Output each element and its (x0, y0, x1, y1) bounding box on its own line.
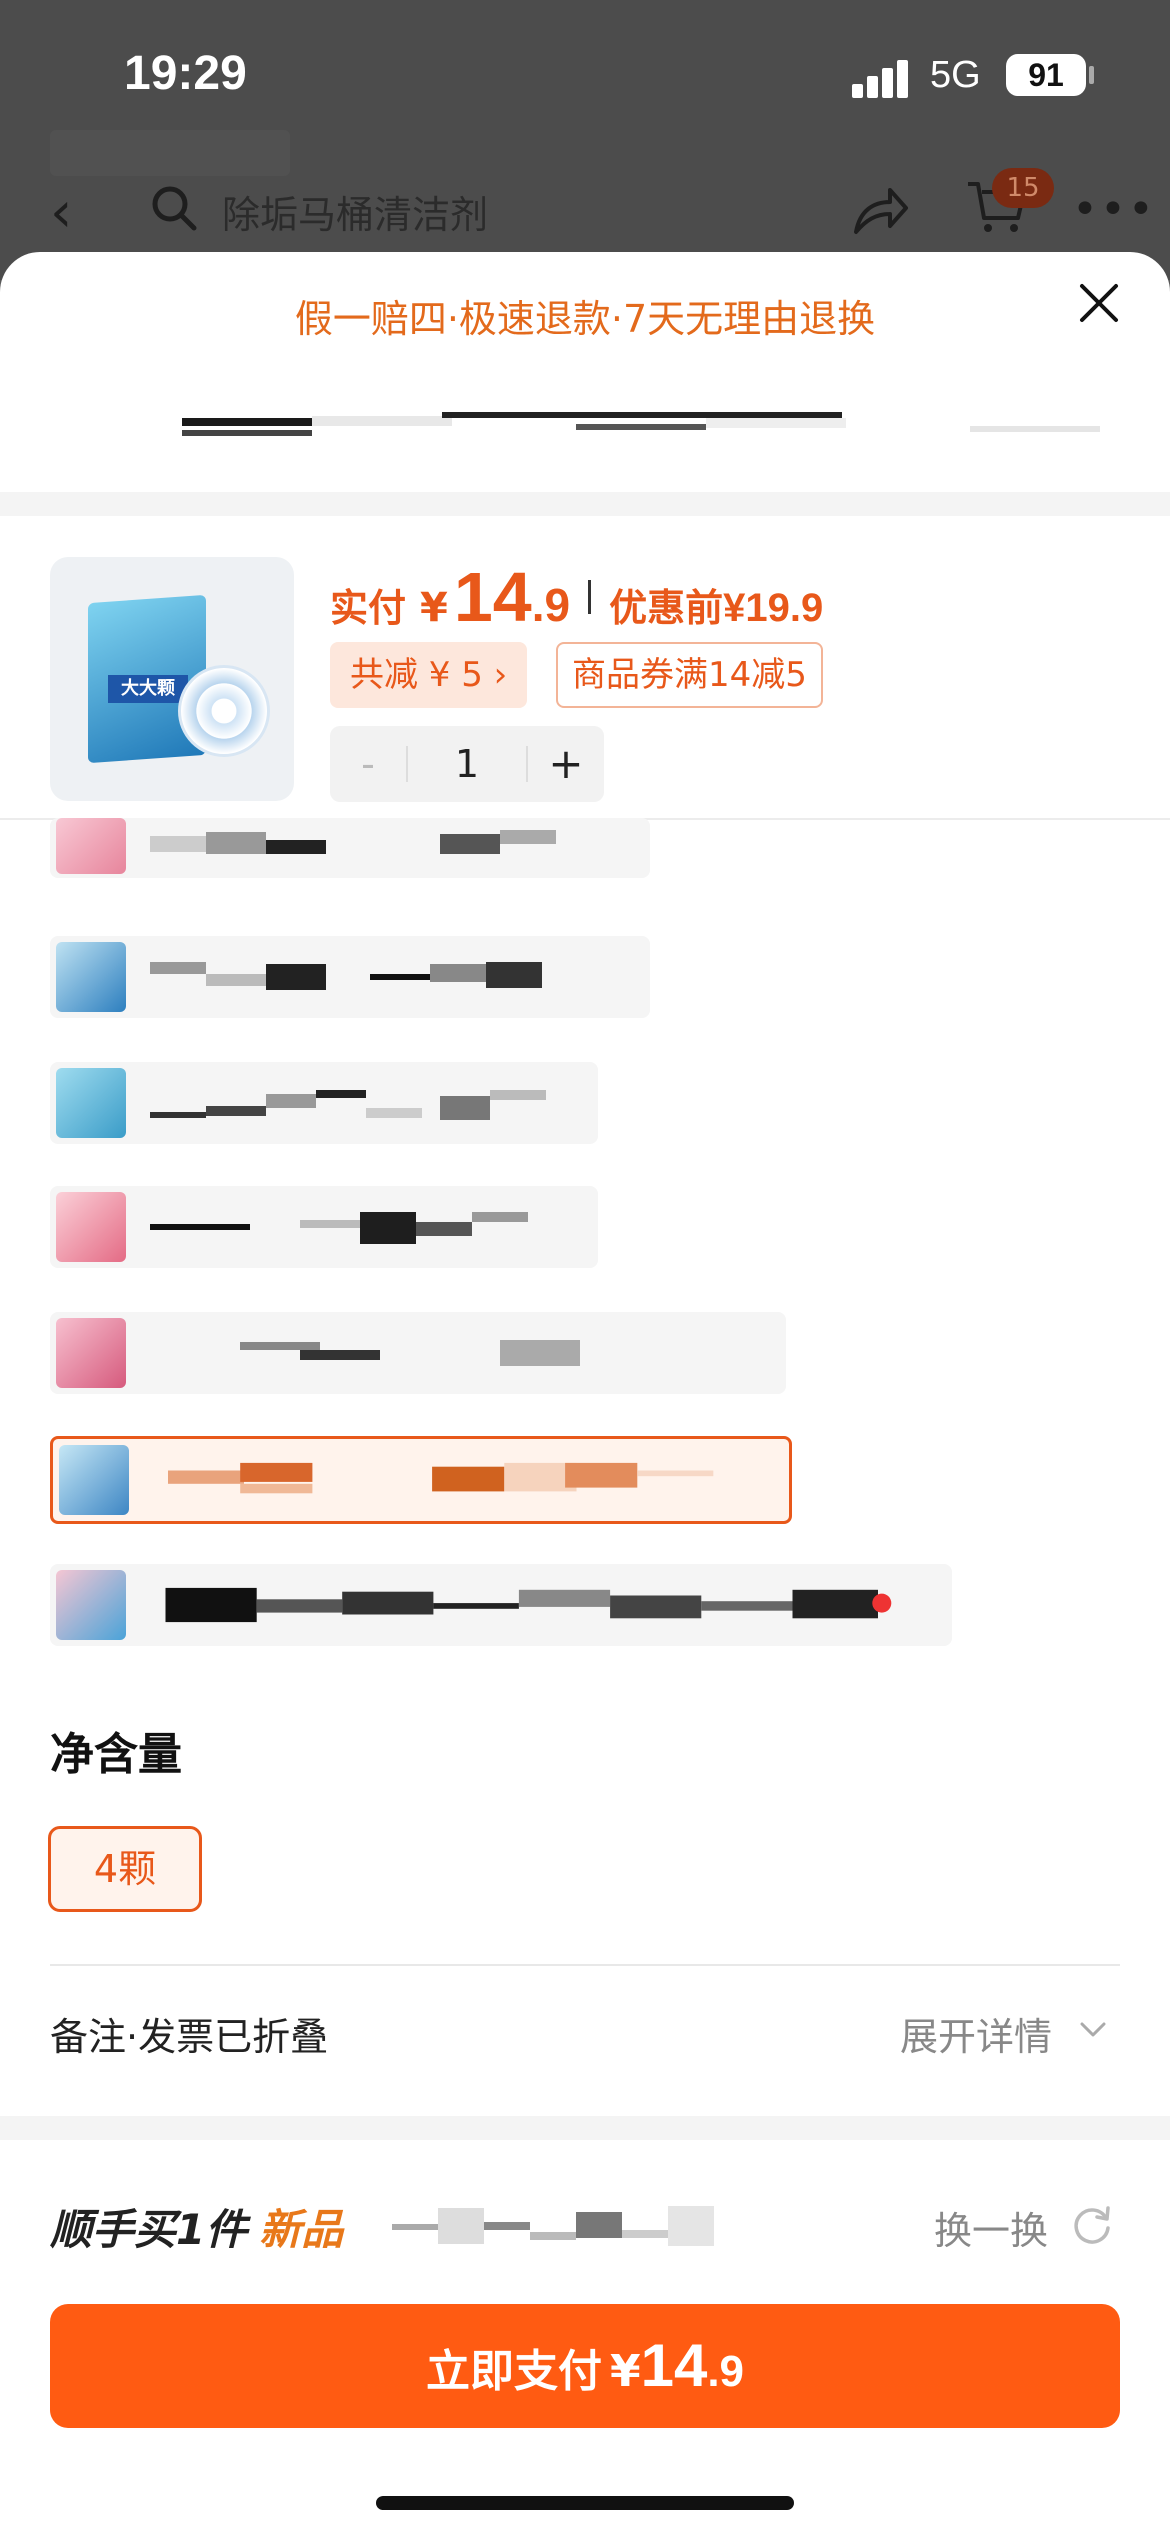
increase-button[interactable]: + (528, 726, 604, 802)
variant-name-redacted (150, 1212, 528, 1244)
expand-details-link[interactable]: 展开详情 (900, 2006, 1052, 2061)
share-icon[interactable] (850, 180, 910, 240)
search-icon (152, 186, 197, 231)
address-redacted[interactable] (180, 412, 1100, 444)
before-discount-price: ¥19.9 (723, 586, 824, 630)
pay-now-price-integer: 14 (640, 2332, 708, 2399)
status-bar: 19:29 5G 91 (0, 0, 1170, 150)
remark-invoice-label[interactable]: 备注·发票已折叠 (50, 2006, 328, 2061)
home-indicator (376, 2496, 794, 2510)
section-separator (0, 2116, 1170, 2140)
bundle-product-redacted[interactable] (392, 2202, 748, 2250)
discount-total-tag[interactable]: 共减 ¥ 5 › (330, 642, 528, 708)
battery-icon: 91 (1006, 54, 1086, 96)
pay-label: 实付 (330, 586, 407, 630)
variant-option-6-selected[interactable] (50, 1436, 792, 1524)
net-content-title: 净含量 (50, 1729, 182, 1780)
quantity-value[interactable]: 1 (406, 726, 528, 802)
variant-option-5[interactable] (50, 1312, 786, 1394)
size-option-selected[interactable]: 4颗 (48, 1826, 202, 1912)
variant-name-redacted (168, 1462, 714, 1494)
product-image[interactable]: 大大颗 (50, 557, 294, 801)
variant-option-4[interactable] (50, 1186, 598, 1268)
variant-name-redacted (150, 962, 542, 990)
section-divider (50, 1964, 1120, 1966)
variant-name-redacted (150, 830, 556, 854)
variant-thumbnail (56, 942, 126, 1012)
price-integer: 14 (453, 558, 532, 636)
close-icon[interactable] (1074, 278, 1124, 328)
price-separator (588, 580, 592, 614)
more-icon[interactable]: ••• (1072, 184, 1156, 235)
variant-thumbnail (56, 1318, 126, 1388)
variant-option-1[interactable] (50, 818, 650, 878)
cart-badge: 15 (992, 168, 1054, 208)
variant-thumbnail (56, 1068, 126, 1138)
variant-thumbnail (56, 1192, 126, 1262)
signal-icon (852, 58, 912, 98)
coupon-tag: 商品券满14减5 (556, 642, 823, 708)
product-tablet (178, 665, 270, 757)
variant-option-7[interactable] (50, 1564, 952, 1646)
back-icon[interactable]: ‹ (50, 180, 72, 245)
variant-option-3[interactable] (50, 1062, 598, 1144)
bundle-title-text: 顺手买1件 (50, 2205, 248, 2254)
pay-now-button[interactable]: 立即支付 ¥14.9 (50, 2304, 1120, 2428)
currency-symbol: ¥ (420, 585, 448, 631)
variant-thumbnail (56, 1570, 126, 1640)
quantity-stepper: - 1 + (330, 726, 604, 802)
swap-button[interactable]: 换一换 (934, 2200, 1048, 2255)
variant-option-2[interactable] (50, 936, 650, 1018)
purchase-sheet: 假一赔四·极速退款·7天无理由退换 大大颗 实付 ¥ 14 .9 优惠前 ¥19… (0, 252, 1170, 2532)
product-box-label: 大大颗 (108, 675, 188, 703)
background-nav-bar: ‹ 除垢马桶清洁剂 ••• (0, 160, 1170, 260)
pay-now-price-decimal: .9 (707, 2347, 745, 2396)
variant-thumbnail (56, 818, 126, 874)
pay-now-label: 立即支付 (425, 2346, 602, 2397)
variant-name-redacted (165, 1587, 892, 1623)
search-query[interactable]: 除垢马桶清洁剂 (222, 184, 488, 239)
price-decimal: .9 (531, 579, 571, 631)
variant-name-redacted (150, 1090, 546, 1120)
new-product-tag: 新品 (259, 2205, 344, 2254)
status-time: 19:29 (124, 47, 247, 100)
network-type: 5G (930, 54, 981, 96)
variant-thumbnail (59, 1445, 129, 1515)
pay-now-currency: ¥ (609, 2346, 641, 2397)
decrease-button[interactable]: - (330, 726, 406, 802)
bundle-recommendation-title: 顺手买1件 新品 (50, 2196, 343, 2257)
before-discount-label: 优惠前 (609, 586, 724, 630)
battery-tip (1089, 66, 1094, 84)
chevron-down-icon[interactable] (1078, 2014, 1108, 2044)
variant-name-redacted (240, 1340, 580, 1366)
refresh-icon[interactable] (1070, 2202, 1114, 2246)
price-line: 实付 ¥ 14 .9 优惠前 ¥19.9 (330, 557, 823, 637)
guarantee-banner: 假一赔四·极速退款·7天无理由退换 (294, 297, 876, 341)
section-separator (0, 492, 1170, 516)
